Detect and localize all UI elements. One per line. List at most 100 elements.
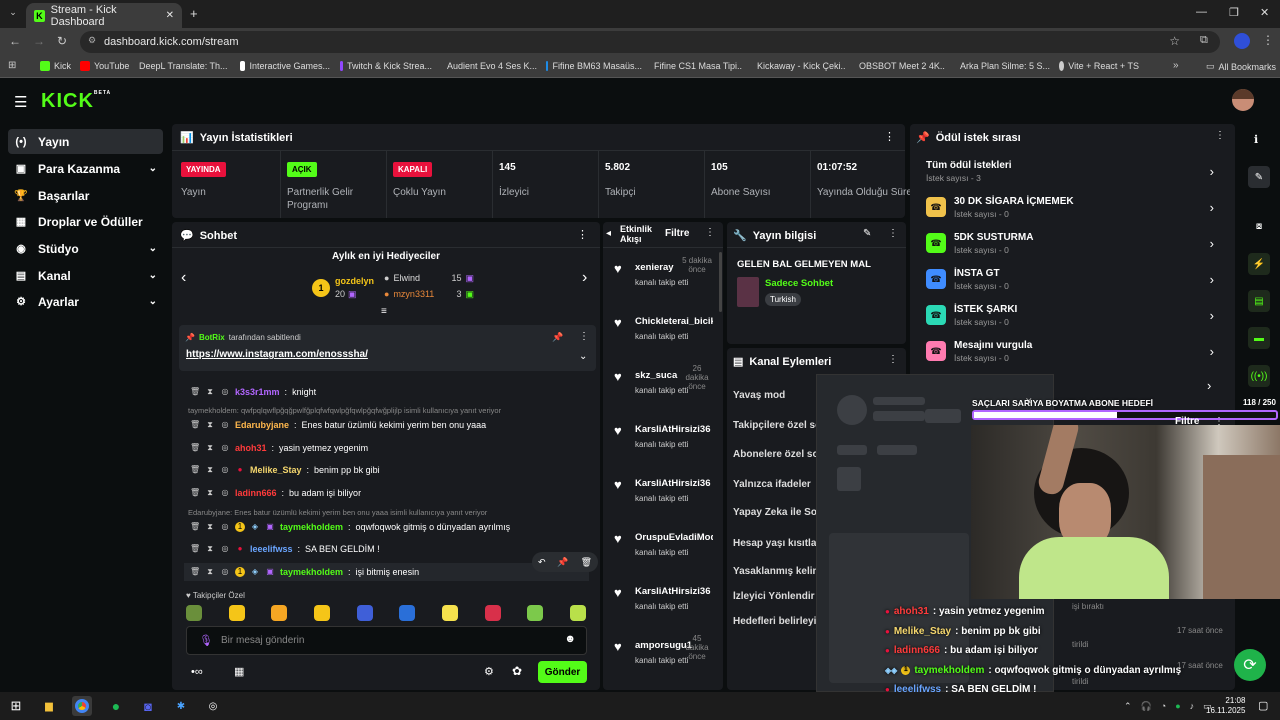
ban-icon[interactable]: ◎ [220, 443, 230, 453]
close-window-icon[interactable]: ✕ [1260, 6, 1269, 19]
more-bookmarks-icon[interactable]: » [1173, 60, 1179, 71]
chat-message[interactable]: 🗑 ⧗ ◎ ● Melike_Stay: benim pp bk gibi [190, 465, 380, 475]
delete-icon[interactable]: 🗑 [190, 420, 200, 430]
ban-icon[interactable]: ◎ [220, 522, 230, 532]
activity-username[interactable]: OruspuEvladiMod [635, 532, 713, 543]
back-icon[interactable]: ← [9, 34, 21, 48]
reload-icon[interactable]: ↻ [57, 34, 67, 48]
notification-icon[interactable]: ▢ [1258, 699, 1268, 712]
top-gifter-name[interactable]: gozdelyn [335, 276, 374, 286]
prev-arrow-icon[interactable]: ‹ [181, 269, 186, 287]
tab-close-icon[interactable]: ✕ [166, 10, 174, 21]
chat-username[interactable]: ahoh31 [235, 443, 267, 453]
timeout-icon[interactable]: ⧗ [205, 567, 215, 577]
emote-icon[interactable] [186, 605, 202, 621]
channel-action-toggle[interactable]: Yasaklanmış kelimeler [733, 566, 818, 577]
delete-icon[interactable]: 🗑 [190, 387, 200, 397]
reward-item[interactable]: Tüm ödül istekleri İstek sayısı - 3 › [918, 154, 1228, 188]
reply-icon[interactable]: ↶ [538, 557, 546, 568]
activity-item[interactable]: ♥ xenieray kanalı takip etti 5 dakika önce [612, 256, 720, 310]
ban-icon[interactable]: ◎ [220, 488, 230, 498]
discord-icon[interactable]: ◙ [138, 696, 158, 716]
channel-action-toggle[interactable]: Abonelere özel sohbet [733, 449, 818, 460]
bookmark-item[interactable]: OBSBOT Meet 2 4K... [855, 61, 945, 71]
activity-username[interactable]: KarsliAtHirsizi36 [635, 424, 713, 435]
channel-action-toggle[interactable]: Takipçilere özel sohbet [733, 420, 818, 431]
activity-item[interactable]: ♥ skz_suca kanalı takip etti 26 dakika önce [612, 364, 720, 418]
channel-action-toggle[interactable]: Yalnızca ifadeler [733, 479, 818, 490]
activity-item[interactable]: ♥ OruspuEvladiMod kanalı takip etti [612, 526, 720, 580]
bookmark-item[interactable]: DeepL Translate: Th... [135, 61, 227, 71]
overlay-more-icon[interactable]: ⋮ [1214, 416, 1224, 427]
bookmark-item[interactable]: Kick [40, 61, 71, 71]
chat-username[interactable]: k3s3r1mm [235, 387, 280, 397]
chat-more-icon[interactable]: ⋮ [577, 228, 588, 241]
app-icon[interactable]: ✱ [171, 696, 191, 716]
activity-username[interactable]: KarsliAtHirsizi36 [635, 586, 713, 597]
obs-icon[interactable]: ◎ [203, 696, 223, 716]
pinned-link[interactable]: https://www.instagram.com/enosssha/ [186, 349, 368, 360]
points-icon[interactable]: •∞ [191, 666, 203, 678]
bookmark-item[interactable]: Vite + React + TS [1059, 61, 1139, 71]
timeout-icon[interactable]: ⧗ [205, 465, 215, 475]
chat-message[interactable]: 🗑 ⧗ ◎ ahoh31: yasin yetmez yegenim [190, 443, 368, 453]
activity-item[interactable]: ♥ KarsliAtHirsizi36 kanalı takip etti [612, 472, 720, 526]
nav-item-basarilar[interactable]: 🏆 Başarılar [8, 183, 163, 208]
browser-menu-icon[interactable]: ⋮ [1262, 33, 1274, 47]
forward-icon[interactable]: → [33, 34, 45, 48]
activity-item[interactable]: ♥ KarsliAtHirsizi36 kanalı takip etti [612, 580, 720, 634]
profile-avatar-icon[interactable] [1234, 33, 1250, 49]
delete-icon[interactable]: 🗑 [190, 522, 200, 532]
emote-icon[interactable] [228, 605, 245, 621]
expand-chevron-icon[interactable]: ⌄ [579, 351, 587, 362]
minimize-icon[interactable]: — [1196, 6, 1207, 18]
chevron-right-icon[interactable]: › [1207, 378, 1211, 393]
delete-icon[interactable]: 🗑 [190, 544, 200, 554]
edit-layout-icon[interactable]: ✎ [1248, 166, 1270, 188]
emoji-icon[interactable]: ☻ [564, 633, 576, 645]
activity-more-icon[interactable]: ⋮ [705, 227, 715, 238]
spotify-icon[interactable]: ● [106, 696, 126, 716]
bookmark-item[interactable]: Fifine CS1 Masa Tipi... [650, 61, 742, 71]
bookmark-item[interactable]: Twitch & Kick Strea... [340, 61, 432, 71]
edit-icon[interactable]: ✎ [863, 228, 871, 239]
delete-icon[interactable]: 🗑 [190, 488, 200, 498]
new-tab-icon[interactable]: + [190, 6, 198, 21]
chat-username[interactable]: Edarubyjane [235, 420, 289, 430]
reward-item[interactable]: ☎ 5DK SUSTURMA İstek sayısı - 0 › [918, 226, 1228, 260]
chrome-icon[interactable] [72, 696, 92, 716]
timeout-icon[interactable]: ⧗ [205, 443, 215, 453]
bookmark-item[interactable]: YouTube [80, 61, 129, 71]
emote-icon[interactable] [569, 605, 586, 621]
activity-username[interactable]: Chickleterai_bicik [635, 316, 713, 327]
microphone-icon[interactable]: 🎙 [199, 634, 213, 647]
pin-icon[interactable]: 📌 [557, 557, 568, 568]
channel-action-toggle[interactable]: Yavaş mod [733, 390, 818, 401]
chat-message[interactable]: 🗑 ⧗ ◎ Edarubyjane: Enes batur üzümlü kekimi … [190, 420, 486, 430]
timeout-icon[interactable]: ⧗ [205, 544, 215, 554]
emote-icon[interactable] [271, 605, 288, 621]
send-button[interactable]: Gönder [538, 661, 587, 683]
reward-item[interactable]: ☎ Mesajını vurgula İstek sayısı - 0 › [918, 334, 1228, 368]
nav-item-kanal[interactable]: ▤ Kanal ⌄ [8, 263, 163, 288]
channel-action-toggle[interactable]: Yapay Zeka ile Sohbet [733, 507, 818, 518]
timeout-icon[interactable]: ⧗ [205, 387, 215, 397]
chat-message[interactable]: 🗑 ⧗ ◎ ladinn666: bu adam işi biliyor [190, 488, 361, 498]
activity-item[interactable]: ♥ KarsliAtHirsizi36 kanalı takip etti [612, 418, 720, 472]
channel-action-toggle[interactable]: Hedefleri belirleyin [733, 616, 818, 627]
timeout-icon[interactable]: ⧗ [205, 488, 215, 498]
channel-action-toggle[interactable]: Hesap yaşı kısıtlaması [733, 538, 818, 549]
file-explorer-icon[interactable]: ▆ [39, 696, 59, 716]
nav-item-para-kazanma[interactable]: ▣ Para Kazanma ⌄ [8, 156, 163, 181]
support-widget-icon[interactable]: ⟳ [1234, 649, 1266, 681]
bookmark-item[interactable]: Arka Plan Silme: 5 S... [956, 61, 1050, 71]
nav-item-droplar[interactable]: ▦ Droplar ve Ödüller [8, 209, 163, 234]
nav-item-studyo[interactable]: ◉ Stüdyo ⌄ [8, 236, 163, 261]
url-field[interactable]: ⚙ dashboard.kick.com/stream ☆ [80, 31, 1220, 53]
pinned-more-icon[interactable]: ⋮ [579, 331, 589, 342]
activity-username[interactable]: KarsliAtHirsizi36 [635, 478, 713, 489]
reward-item[interactable]: ☎ 30 DK SİGARA İÇMEMEK İstek sayısı - 0 › [918, 190, 1228, 224]
broadcast-icon[interactable]: ((•)) [1248, 365, 1270, 387]
reward-more-icon[interactable]: ⋮ [1215, 130, 1225, 141]
info-icon[interactable]: ℹ [1254, 133, 1258, 146]
